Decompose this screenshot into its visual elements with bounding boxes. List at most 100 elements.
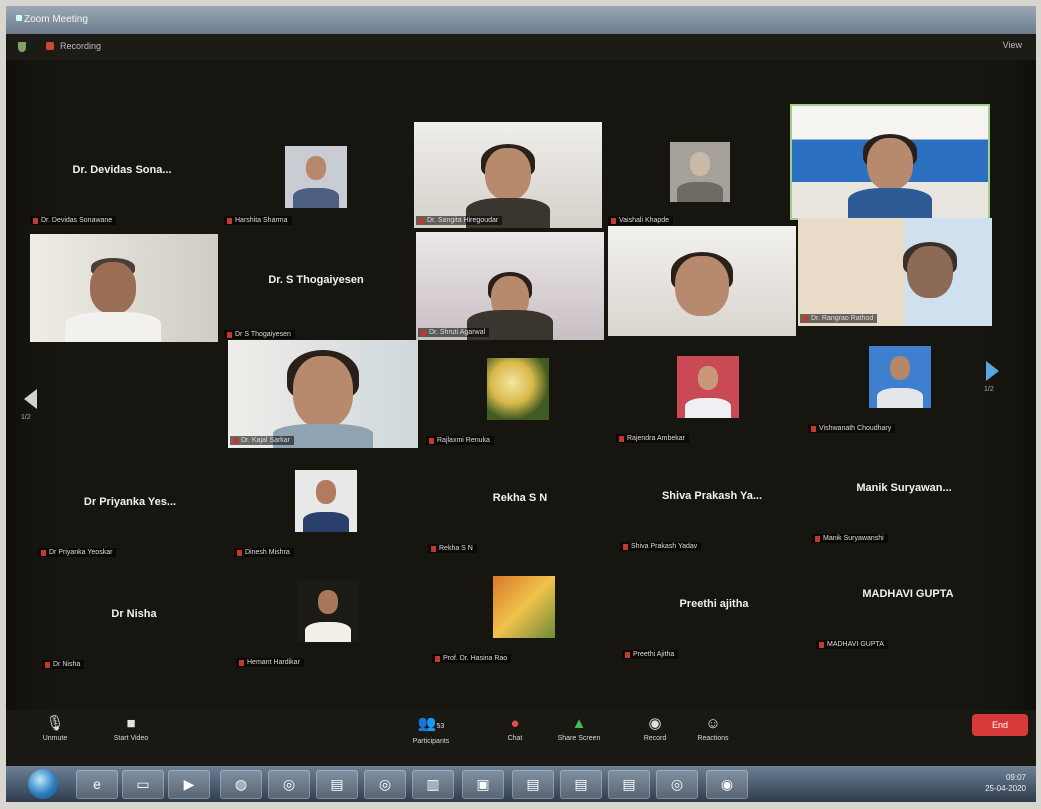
participant-tile-empty xyxy=(28,342,216,450)
unmute-button[interactable]: 🎙 Unmute xyxy=(20,716,90,743)
reactions-button[interactable]: ☺ Reactions xyxy=(678,715,748,743)
window-app-icon[interactable]: ▤ xyxy=(512,770,554,799)
participant-label: Dr. Rangrao Rathod xyxy=(800,314,878,323)
participant-tile[interactable]: Dr. Shruti Agarwal xyxy=(416,232,604,340)
chrome-window-icon[interactable]: ◎ xyxy=(364,770,406,799)
participant-video xyxy=(608,226,796,336)
participant-tile[interactable]: Dr Nisha Dr Nisha xyxy=(40,568,228,672)
participant-tile[interactable]: Rekha S N Rekha S N xyxy=(426,452,614,556)
participant-name: MADHAVI GUPTA xyxy=(862,588,954,600)
start-video-button[interactable]: ■ Start Video xyxy=(96,715,166,743)
participant-tile[interactable]: Manik Suryawan... Manik Suryawanshi xyxy=(810,442,998,546)
start-button-icon[interactable] xyxy=(28,769,58,799)
participant-label: Dr. Kajal Sarkar xyxy=(230,436,295,445)
participant-tile[interactable]: Dr. Kajal Sarkar xyxy=(228,340,418,448)
participant-label: Prof. Dr. Hasina Rao xyxy=(432,654,512,663)
participant-label: Dr. Sangita Hiregoudar xyxy=(416,216,503,225)
participant-tile[interactable]: Dr. Rangrao Rathod xyxy=(798,218,992,326)
shield-icon[interactable] xyxy=(18,42,26,52)
participant-tile[interactable]: Prof. Dr. Hasina Rao xyxy=(430,562,618,666)
chat-button[interactable]: ● Chat xyxy=(480,716,550,743)
participant-tile[interactable]: Vaishali Khapde xyxy=(606,124,794,228)
participant-label: Rajlaxmi Renuka xyxy=(426,436,494,445)
participant-video xyxy=(792,106,988,218)
participant-tile[interactable]: MADHAVI GUPTA MADHAVI GUPTA xyxy=(814,548,1002,652)
participant-name: Dr. Devidas Sona... xyxy=(72,164,172,176)
profile-picture xyxy=(493,576,555,638)
profile-picture xyxy=(297,580,359,642)
participants-button[interactable]: 👥53 Participants xyxy=(396,715,466,746)
chrome-window-icon[interactable]: ◎ xyxy=(656,770,698,799)
reactions-icon: ☺ xyxy=(705,715,721,732)
participant-label: MADHAVI GUPTA xyxy=(816,640,888,649)
participant-label: Manik Suryawanshi xyxy=(812,534,888,543)
participant-video xyxy=(414,122,602,228)
folder-icon[interactable]: ▭ xyxy=(122,770,164,799)
participant-name: Rekha S N xyxy=(492,492,548,504)
participant-label: Vishwanath Choudhary xyxy=(808,424,896,433)
participant-tile[interactable]: Dinesh Mishra xyxy=(232,456,420,560)
next-page-arrow-icon[interactable] xyxy=(986,361,999,381)
media-player-icon[interactable]: ▶ xyxy=(168,770,210,799)
window-app-icon[interactable]: ▤ xyxy=(316,770,358,799)
participant-label: Vaishali Khapde xyxy=(608,216,674,225)
participant-name: Preethi ajitha xyxy=(679,598,749,610)
participant-name: Shiva Prakash Ya... xyxy=(661,490,763,502)
end-meeting-button[interactable]: End xyxy=(972,714,1028,736)
recording-label: Recording xyxy=(60,41,102,51)
participant-label: Preethi Ajitha xyxy=(622,650,679,659)
recording-icon xyxy=(46,42,54,50)
participant-name: Dr Nisha xyxy=(111,608,157,620)
participant-label: Dr S Thogaiyesen xyxy=(224,330,295,339)
participant-label: Dr Priyanka Yeoskar xyxy=(38,548,117,557)
participant-tile[interactable]: Dr. Sangita Hiregoudar xyxy=(414,122,602,228)
share-screen-icon: ▲ xyxy=(571,715,587,732)
view-button[interactable]: View xyxy=(1003,40,1022,50)
participant-tile[interactable]: Vishwanath Choudhary xyxy=(806,332,994,436)
participant-tile[interactable] xyxy=(608,226,796,336)
profile-picture xyxy=(677,356,739,418)
document-icon[interactable]: ▥ xyxy=(412,770,454,799)
chrome-icon[interactable]: ◎ xyxy=(268,770,310,799)
participant-name: Dr Priyanka Yes... xyxy=(83,496,177,508)
share-screen-button[interactable]: ▲ Share Screen xyxy=(544,715,614,743)
participant-tile[interactable]: Hemant Hardikar xyxy=(234,566,422,670)
zoom-meeting-taskbar-icon[interactable]: ◉ xyxy=(706,770,748,799)
participant-label: Harshita Sharma xyxy=(224,216,292,225)
participant-video xyxy=(798,218,992,326)
meeting-topbar: Recording View xyxy=(6,34,1036,60)
participant-tile[interactable]: Rajendra Ambekar xyxy=(614,342,802,446)
participant-label: Shiva Prakash Yadav xyxy=(620,542,702,551)
window-app-icon[interactable]: ▤ xyxy=(608,770,650,799)
participant-video xyxy=(416,232,604,340)
participants-count: 53 xyxy=(436,723,445,730)
participant-label: Dr. Devidas Sonawane xyxy=(30,216,117,225)
window-title: Zoom Meeting xyxy=(24,14,88,25)
video-camera-icon: ■ xyxy=(126,715,136,732)
meeting-toolbar: 🎙 Unmute ■ Start Video 👥53 Participants … xyxy=(6,710,1036,766)
participant-tile[interactable]: Preethi ajitha Preethi Ajitha xyxy=(620,558,808,662)
internet-explorer-icon[interactable]: e xyxy=(76,770,118,799)
firefox-icon[interactable]: ◍ xyxy=(220,770,262,799)
participant-tile[interactable]: Dr. S Thogaiyesen Dr S Thogaiyesen xyxy=(222,234,410,342)
tray-time: 09:07 xyxy=(1005,773,1026,782)
participant-tile[interactable] xyxy=(30,234,218,342)
participant-label: Dr Nisha xyxy=(42,660,85,669)
page-indicator-right: 1/2 xyxy=(984,386,994,393)
profile-picture-flowers xyxy=(487,358,549,420)
participant-tile[interactable]: Dr. Devidas Sona... Dr. Devidas Sonawane xyxy=(28,124,216,228)
system-tray-clock[interactable]: 09:07 25-04-2020 xyxy=(985,772,1026,794)
participant-label: Dr. Shruti Agarwal xyxy=(418,328,490,337)
participant-tile[interactable]: Shiva Prakash Ya... Shiva Prakash Yadav xyxy=(618,450,806,554)
window-app-icon[interactable]: ▤ xyxy=(560,770,602,799)
participant-label: Dinesh Mishra xyxy=(234,548,294,557)
zoom-app-icon[interactable]: ▣ xyxy=(462,770,504,799)
participant-tile[interactable]: Harshita Sharma xyxy=(222,124,410,228)
participant-tile[interactable]: Dr Priyanka Yes... Dr Priyanka Yeoskar xyxy=(36,456,224,560)
participant-tile-active-speaker[interactable] xyxy=(790,104,990,220)
participant-tile[interactable]: Rajlaxmi Renuka xyxy=(424,344,612,448)
profile-picture xyxy=(285,146,347,208)
tray-date: 25-04-2020 xyxy=(985,784,1026,793)
participants-icon: 👥53 xyxy=(417,715,445,732)
profile-picture xyxy=(869,346,931,408)
